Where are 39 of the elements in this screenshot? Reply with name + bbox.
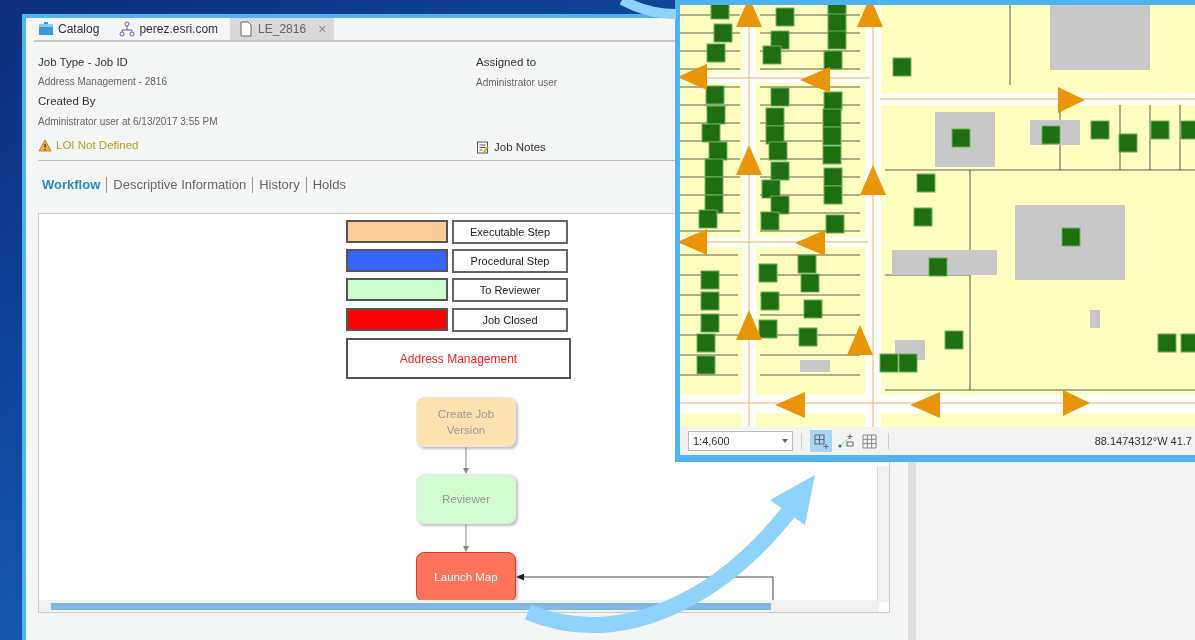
horizontal-scrollbar[interactable]: [39, 600, 879, 612]
warning-icon: [38, 138, 52, 152]
tab[interactable]: perez.esri.com: [111, 18, 227, 40]
network-icon: [119, 21, 136, 37]
legend-label: Job Closed: [452, 308, 568, 332]
diagram-title: Address Management: [346, 338, 571, 379]
field-label: Created By: [38, 94, 97, 110]
grid-icon: [860, 432, 878, 450]
map-tool-button[interactable]: [810, 430, 832, 452]
legend-label: Procedural Step: [452, 249, 568, 273]
scale-dropdown[interactable]: 1:4,600: [688, 431, 793, 451]
vertical-scrollbar[interactable]: [877, 466, 889, 602]
field-value: Address Management - 2816: [38, 75, 168, 90]
coordinate-readout: 88.1474312°W 41.7: [1094, 433, 1192, 449]
workflow-step[interactable]: Launch Map: [416, 552, 516, 602]
field-value: Administrator user at 6/13/2017 3:55 PM: [38, 114, 219, 129]
field-value: Administrator user: [476, 76, 558, 91]
view-tab[interactable]: History: [259, 175, 300, 195]
close-button[interactable]: ×: [318, 18, 327, 40]
field-label: Assigned to: [476, 55, 538, 70]
tab[interactable]: Catalog: [30, 18, 108, 40]
job-notes-button[interactable]: Job Notes: [476, 138, 558, 156]
legend-label: Executable Step: [452, 220, 568, 244]
tab[interactable]: LE_2816 ×: [230, 18, 335, 40]
snapping-icon: [836, 432, 854, 450]
warning-text: LOI Not Defined: [56, 137, 139, 153]
view-tab[interactable]: Descriptive Information: [113, 175, 247, 195]
briefcase-icon: [38, 21, 54, 37]
notes-icon: [476, 140, 490, 155]
connector-arrow: [462, 447, 470, 474]
view-tab[interactable]: Workflow: [42, 175, 101, 195]
caret-icon: [782, 439, 788, 443]
document-icon: [238, 21, 255, 37]
field-label: Job Type - Job ID: [38, 55, 129, 70]
grid-plus-icon: [812, 432, 830, 450]
scrollbar-thumb[interactable]: [51, 602, 771, 610]
legend-label: To Reviewer: [452, 278, 568, 302]
view-tab[interactable]: Holds: [312, 175, 346, 195]
connector-arrow: [462, 524, 470, 552]
